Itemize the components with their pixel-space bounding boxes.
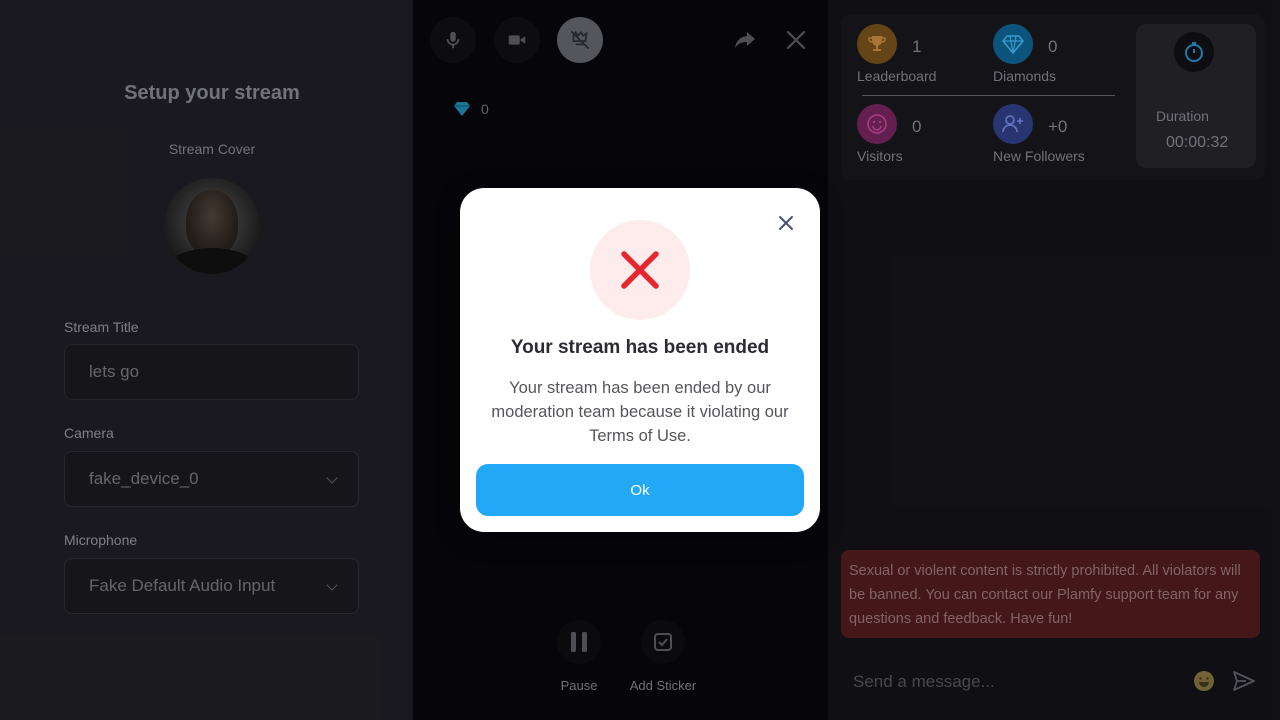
error-x-icon — [621, 251, 659, 289]
close-icon — [779, 216, 793, 230]
ok-button[interactable]: Ok — [476, 464, 804, 516]
dialog-title: Your stream has been ended — [510, 337, 770, 358]
dialog-close-button[interactable] — [775, 212, 797, 234]
error-badge — [590, 220, 690, 320]
dialog-message: Your stream has been ended by our modera… — [491, 379, 789, 445]
stream-ended-dialog: Your stream has been ended Your stream h… — [460, 188, 820, 532]
